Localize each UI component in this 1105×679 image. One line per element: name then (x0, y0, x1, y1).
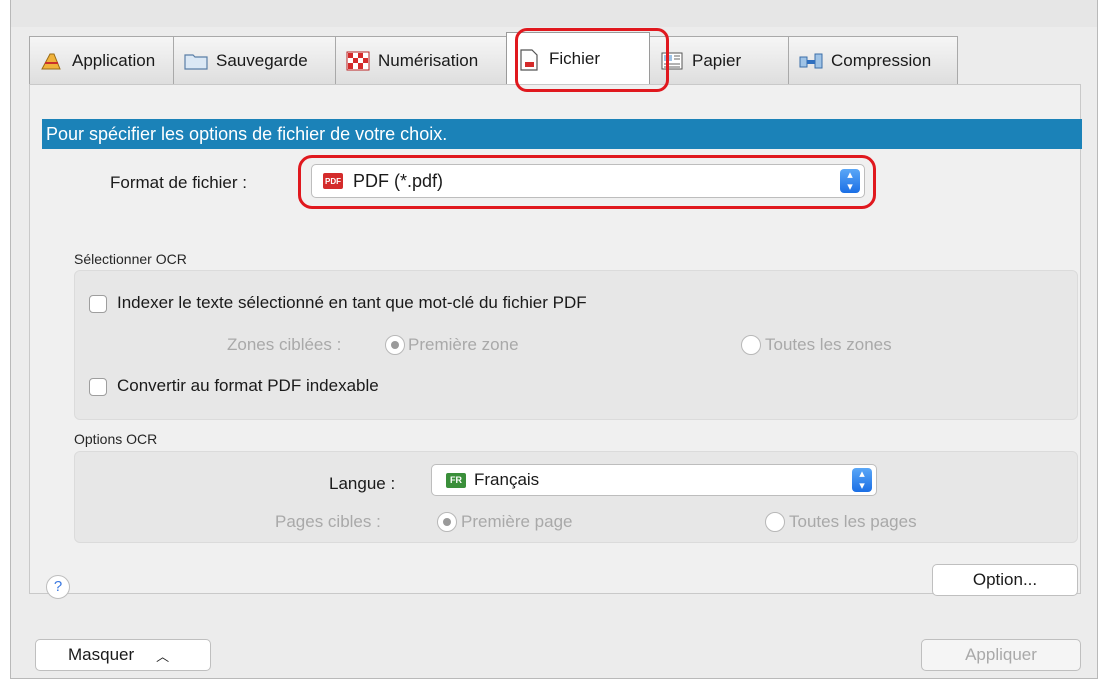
tab-label: Compression (831, 50, 932, 70)
file-icon (517, 48, 541, 71)
tab-sauvegarde[interactable]: Sauvegarde (173, 36, 336, 84)
file-format-label: Format de fichier : (110, 173, 247, 192)
page-first-label: Première page (461, 512, 573, 531)
preferences-window: Application Sauvegarde Numérisation Fich… (10, 0, 1098, 679)
pages-label: Pages cibles : (275, 512, 381, 531)
language-select[interactable]: FR Français ▴ ▾ (431, 464, 877, 496)
scan-icon (346, 51, 370, 71)
tab-label: Numérisation (378, 50, 479, 70)
tab-content-panel: Pour spécifier les options de fichier de… (29, 84, 1082, 599)
hide-label: Masquer (68, 645, 135, 664)
pdf-icon: PDF (323, 173, 343, 189)
language-value: Français (474, 470, 540, 489)
ocr-options-group: Langue : FR Français ▴ ▾ Pages cibles : P… (74, 451, 1078, 543)
tab-application[interactable]: Application (29, 36, 174, 84)
ocr-select-group: Indexer le texte sélectionné en tant que… (74, 270, 1078, 420)
zone-all-radio[interactable] (741, 335, 761, 355)
file-format-value: PDF (*.pdf) (353, 170, 444, 191)
fr-flag-icon: FR (446, 472, 466, 488)
tab-fichier[interactable]: Fichier (506, 32, 650, 84)
chevron-up-icon: ︿ (156, 648, 170, 664)
tab-papier[interactable]: Papier (649, 36, 789, 84)
ocr-options-title: Options OCR (74, 431, 158, 447)
paper-icon (660, 51, 684, 71)
index-keywords-checkbox[interactable] (89, 295, 107, 313)
language-label: Langue : (329, 474, 396, 493)
tab-label: Fichier (549, 48, 601, 68)
convert-pdf-label: Convertir au format PDF indexable (117, 376, 379, 395)
tab-compression[interactable]: Compression (788, 36, 958, 84)
title-bar (11, 0, 1097, 27)
option-button[interactable]: Option... (932, 564, 1078, 596)
apply-button[interactable]: Appliquer (921, 639, 1081, 671)
zone-first-label: Première zone (408, 335, 519, 354)
compression-icon (799, 51, 823, 71)
index-keywords-label: Indexer le texte sélectionné en tant que… (117, 293, 587, 312)
tab-label: Application (72, 50, 156, 70)
tab-bar: Application Sauvegarde Numérisation Fich… (29, 27, 958, 84)
folder-icon (184, 51, 208, 71)
convert-pdf-checkbox[interactable] (89, 378, 107, 396)
page-first-radio[interactable] (437, 512, 457, 532)
page-all-radio[interactable] (765, 512, 785, 532)
application-icon (40, 51, 64, 71)
tab-label: Sauvegarde (216, 50, 308, 70)
section-banner: Pour spécifier les options de fichier de… (42, 119, 1082, 149)
help-icon[interactable]: ? (46, 575, 70, 599)
zone-all-label: Toutes les zones (765, 335, 892, 354)
ocr-select-title: Sélectionner OCR (74, 251, 187, 267)
zone-first-radio[interactable] (385, 335, 405, 355)
page-all-label: Toutes les pages (789, 512, 917, 531)
tab-label: Papier (692, 50, 742, 70)
tab-numerisation[interactable]: Numérisation (335, 36, 507, 84)
file-format-select[interactable]: PDF PDF (*.pdf) ▴ ▾ (311, 164, 865, 198)
chevron-updown-icon: ▴ ▾ (852, 468, 872, 492)
zones-label: Zones ciblées : (227, 335, 342, 354)
chevron-updown-icon: ▴ ▾ (840, 169, 860, 193)
hide-button[interactable]: Masquer ︿ (35, 639, 211, 671)
